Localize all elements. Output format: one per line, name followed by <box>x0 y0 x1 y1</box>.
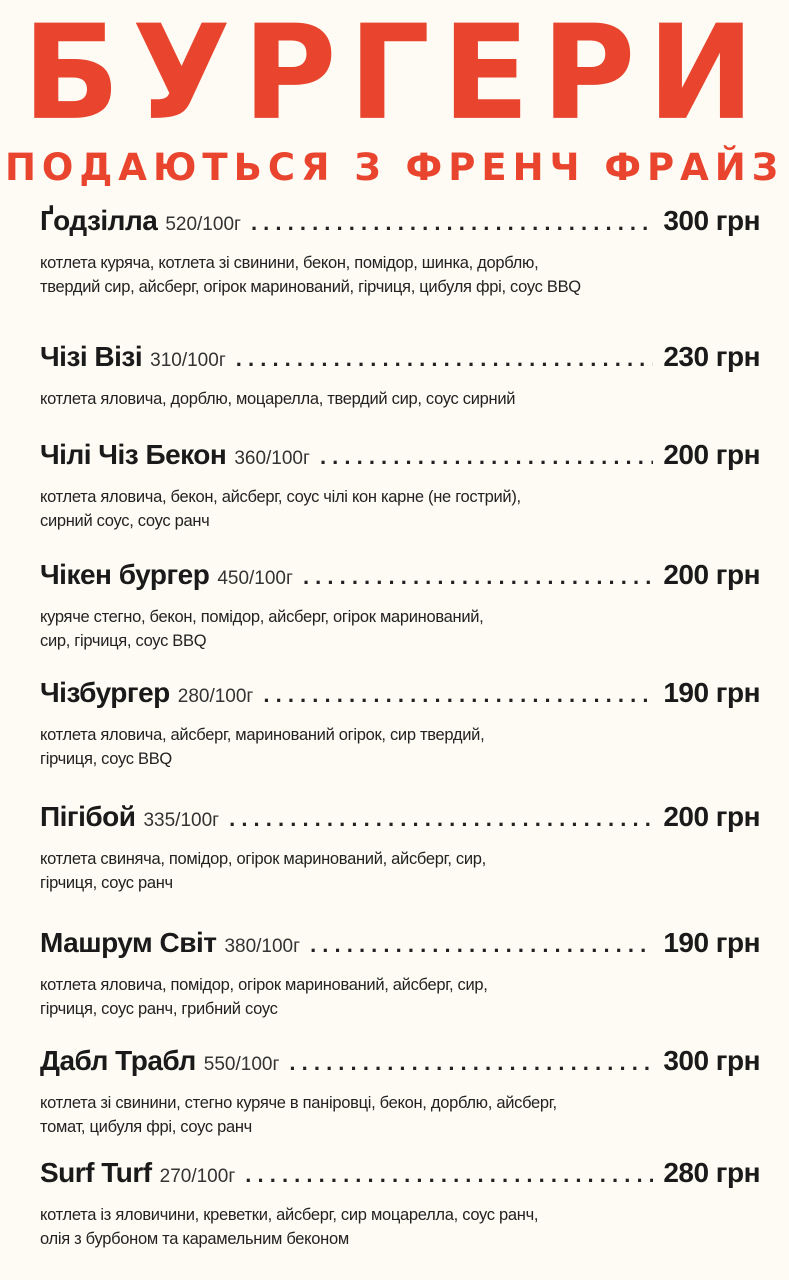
item-price: 300 грн <box>663 205 760 236</box>
menu-subtitle: ПОДАЮТЬСЯ З ФРЕНЧ ФРАЙЗ <box>4 146 785 189</box>
list-item: Surf Turf 270/100г 280 грн котлета із ял… <box>40 1157 760 1251</box>
menu-title: БУРГЕРИ <box>22 0 767 150</box>
item-name: Чізбургер <box>40 677 170 708</box>
item-weight: 450/100г <box>217 568 293 589</box>
dot-leader <box>303 564 653 590</box>
item-description: котлета свиняча, помідор, огірок маринов… <box>40 850 486 892</box>
item-price: 190 грн <box>663 677 760 708</box>
dot-leader <box>251 210 653 236</box>
item-price: 200 грн <box>663 439 760 470</box>
item-price: 300 грн <box>663 1045 760 1076</box>
list-item: Чікен бургер 450/100г 200 грн куряче сте… <box>40 559 760 653</box>
item-weight: 270/100г <box>159 1166 236 1187</box>
item-name: Чікен бургер <box>40 559 210 590</box>
item-description: котлета яловича, дорблю, моцарелла, твер… <box>40 390 516 408</box>
dot-leader <box>236 346 654 372</box>
item-description: котлета із яловичини, креветки, айсберг,… <box>40 1206 539 1248</box>
item-description: куряче стегно, бекон, помідор, айсберг, … <box>40 608 484 650</box>
list-item: Чілі Чіз Бекон 360/100г 200 грн котлета … <box>40 439 760 533</box>
item-name: Surf Turf <box>40 1157 152 1188</box>
item-name: Пігібой <box>40 801 136 832</box>
list-item: Чізі Візі 310/100г 230 грн котлета ялови… <box>40 341 760 411</box>
dot-leader <box>289 1050 653 1076</box>
item-description: котлета яловича, помідор, огірок маринов… <box>40 976 488 1018</box>
item-description: котлета куряча, котлета зі свинини, беко… <box>40 254 581 296</box>
item-description: котлета яловича, бекон, айсберг, соус чі… <box>40 488 521 530</box>
item-weight: 310/100г <box>150 350 226 371</box>
item-description: котлета зі свинини, стегно куряче в пані… <box>40 1094 557 1136</box>
dot-leader <box>245 1162 653 1188</box>
item-description: котлета яловича, айсберг, маринований ог… <box>40 726 485 768</box>
item-name: Ґодзілла <box>40 205 158 236</box>
dot-leader <box>310 932 653 958</box>
item-weight: 360/100г <box>234 448 310 469</box>
item-name: Чізі Візі <box>40 341 143 372</box>
dot-leader <box>229 806 653 832</box>
item-price: 200 грн <box>663 559 760 590</box>
item-weight: 380/100г <box>224 936 301 957</box>
item-weight: 520/100г <box>165 214 241 235</box>
list-item: Ґодзілла 520/100г 300 грн котлета куряча… <box>40 205 760 299</box>
list-item: Машрум Світ 380/100г 190 грн котлета яло… <box>40 927 760 1021</box>
item-weight: 280/100г <box>177 686 254 707</box>
list-item: Дабл Трабл 550/100г 300 грн котлета зі с… <box>40 1045 760 1139</box>
list-item: Чізбургер 280/100г 190 грн котлета ялови… <box>40 677 760 771</box>
item-name: Машрум Світ <box>40 927 217 958</box>
list-item: Пігібой 335/100г 200 грн котлета свиняча… <box>40 801 760 895</box>
item-name: Дабл Трабл <box>40 1045 196 1076</box>
item-price: 200 грн <box>663 801 760 832</box>
item-weight: 335/100г <box>143 810 220 831</box>
item-weight: 550/100г <box>203 1054 280 1075</box>
item-price: 230 грн <box>663 341 760 372</box>
dot-leader <box>320 444 653 470</box>
item-price: 280 грн <box>663 1157 760 1188</box>
item-price: 190 грн <box>663 927 760 958</box>
dot-leader <box>263 682 653 708</box>
item-name: Чілі Чіз Бекон <box>40 439 227 470</box>
